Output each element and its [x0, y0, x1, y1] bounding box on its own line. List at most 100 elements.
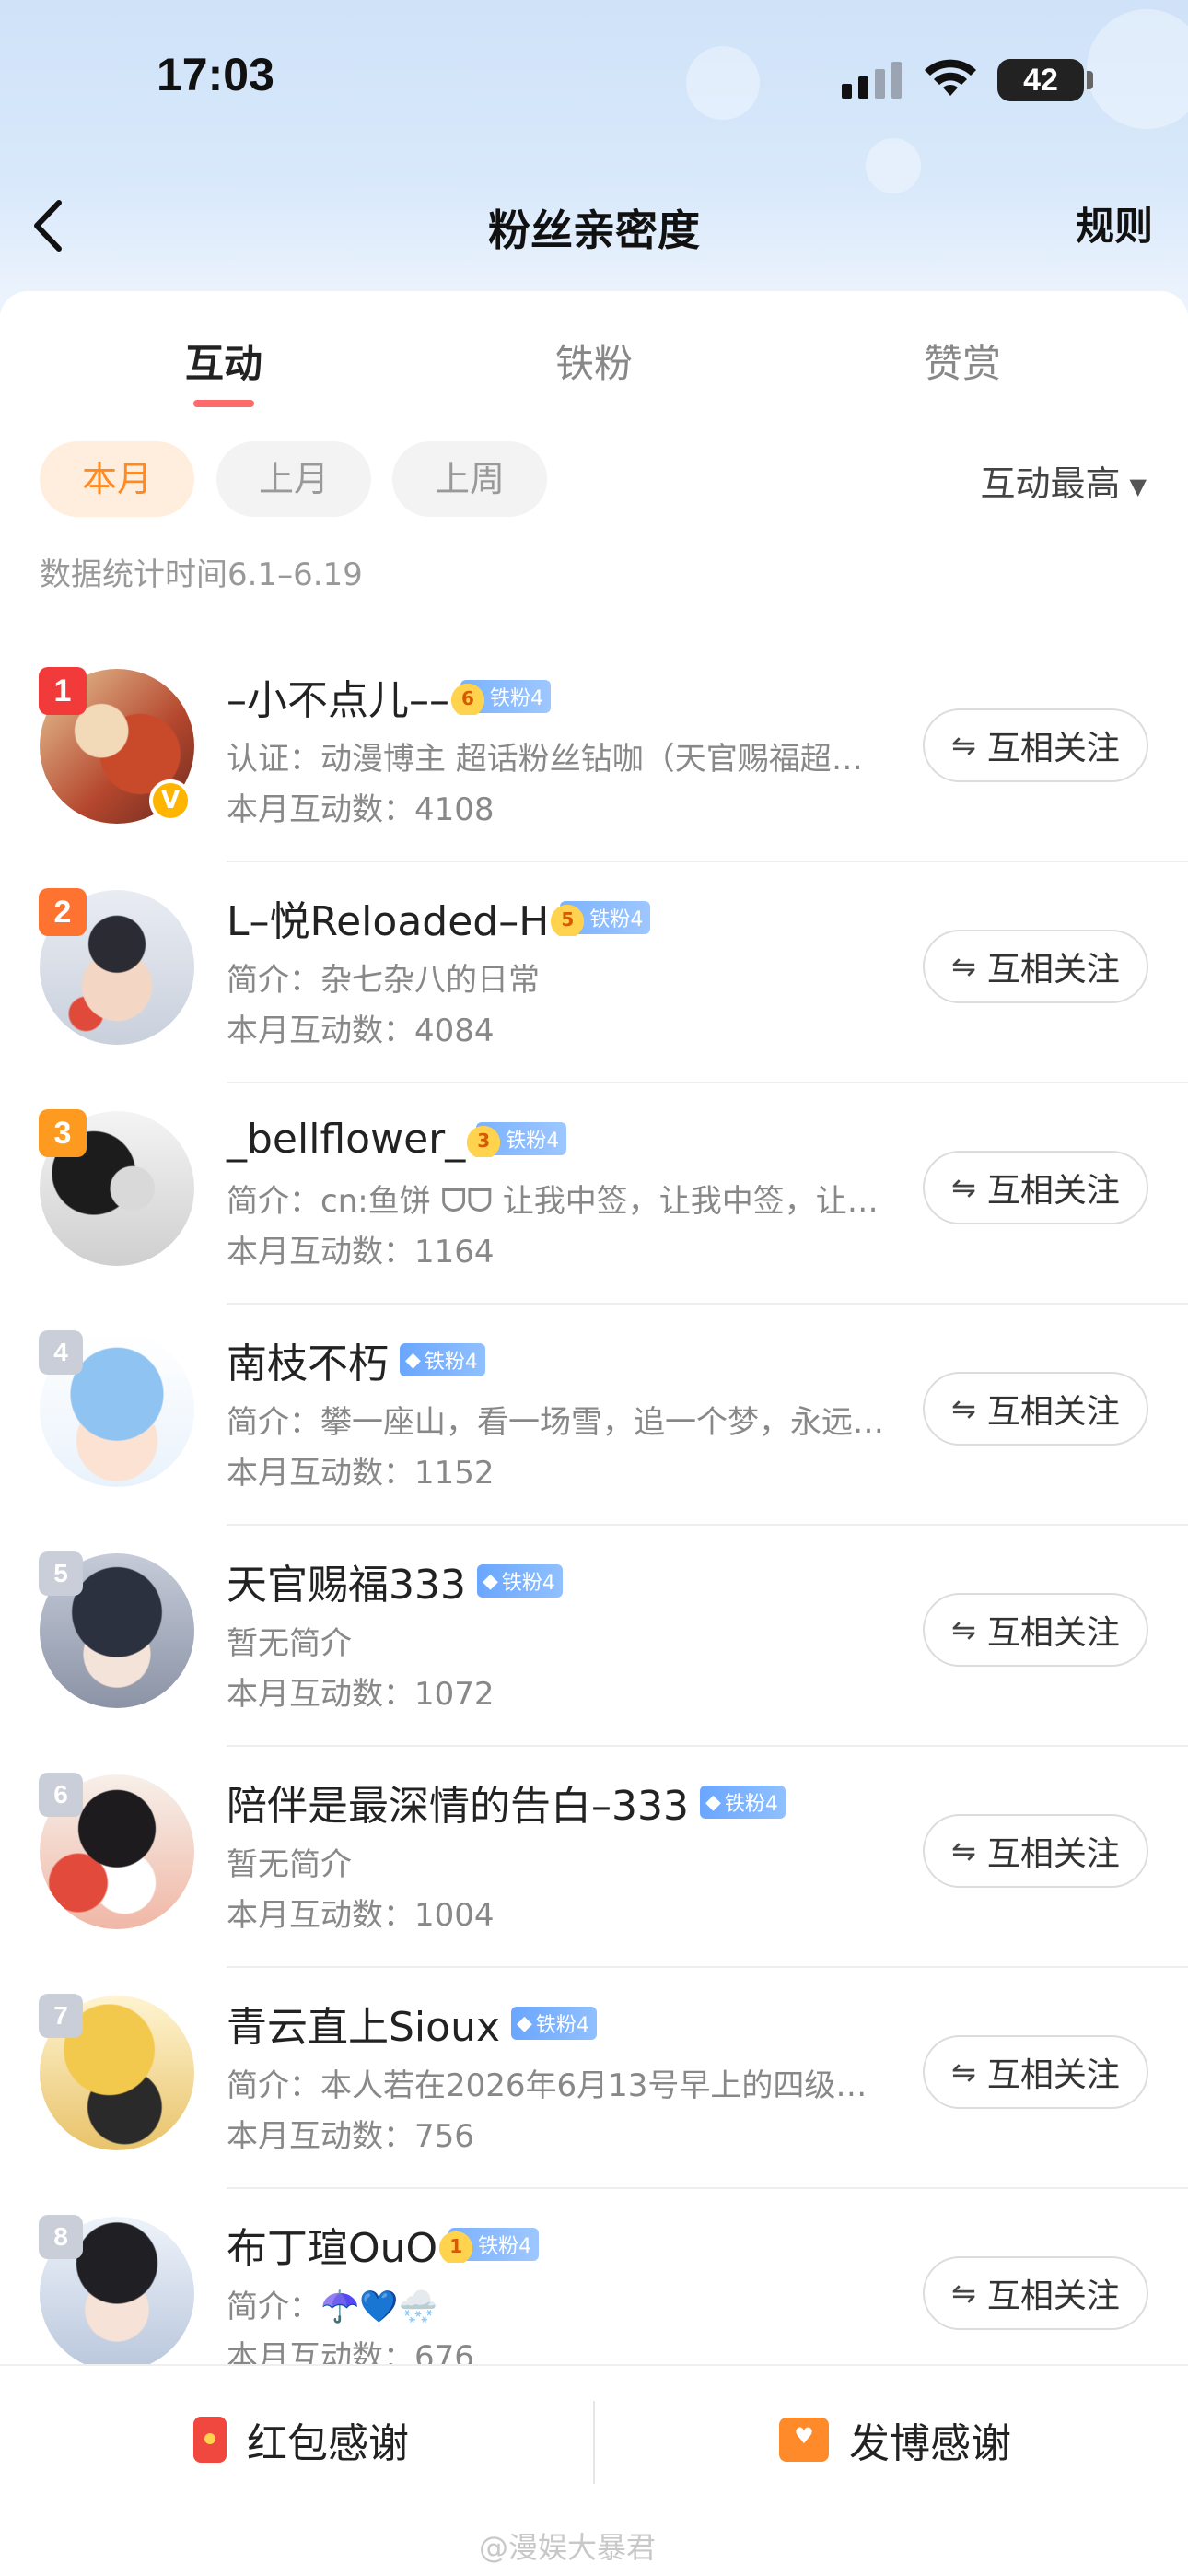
redpacket-thanks-button[interactable]: 红包感谢 — [193, 2403, 409, 2476]
interaction-count: 本月互动数：1152 — [227, 1455, 495, 1492]
mutual-follow-button[interactable]: ⇋ 互相关注 — [923, 1151, 1148, 1224]
rules-link[interactable]: 规则 — [1076, 195, 1153, 252]
swap-arrows-icon: ⇋ — [951, 1170, 976, 1205]
tab-rewards[interactable]: 赞赏 — [852, 333, 1073, 389]
swap-arrows-icon: ⇋ — [951, 728, 976, 763]
bottom-action-bar: 红包感谢 发博感谢 — [0, 2364, 1188, 2512]
post-thanks-button[interactable]: 发博感谢 — [779, 2403, 1011, 2476]
caret-down-icon: ▼ — [1129, 473, 1147, 499]
iron-fan-badge: ◆ 铁粉4 — [699, 1786, 786, 1819]
interaction-count: 本月互动数：756 — [227, 2118, 474, 2155]
tab-iron-fans[interactable]: 铁粉 — [483, 333, 705, 389]
period-filter: 本月 上月 上周 — [40, 441, 1145, 517]
chip-last-week[interactable]: 上周 — [392, 441, 547, 517]
wifi-icon — [925, 59, 976, 96]
list-item[interactable]: 6 陪伴是最深情的告白–333 ◆ 铁粉4 暂无简介 本月互动数：1004 ⇋ 互相… — [0, 1747, 1188, 1968]
rank-badge: 6 — [39, 1773, 83, 1817]
rank-badge: 1 — [39, 667, 87, 715]
watermark: @漫娱大暴君 — [479, 2530, 657, 2565]
user-description: 暂无简介 — [227, 1846, 352, 1883]
sort-label: 互动最高 — [980, 463, 1121, 504]
iron-fan-badge: 5 铁粉4 — [547, 899, 651, 936]
user-name[interactable]: L–悦Reloaded–H — [227, 888, 549, 947]
user-name[interactable]: 天官赐福333 — [227, 1551, 466, 1610]
diamond-icon: ◆ — [405, 1348, 421, 1372]
iron-fan-badge: 6 铁粉4 — [448, 678, 551, 715]
crown-icon: 5 — [547, 899, 588, 936]
list-item[interactable]: 5 天官赐福333 ◆ 铁粉4 暂无简介 本月互动数：1072 ⇋ 互相关注 — [0, 1526, 1188, 1747]
list-item[interactable]: 2 L–悦Reloaded–H 5 铁粉4 简介：杂七杂八的日常 本月互动数：40… — [0, 862, 1188, 1083]
list-item[interactable]: 7 青云直上Sioux ◆ 铁粉4 简介：本人若在2026年6月13号早上的四级考… — [0, 1968, 1188, 2189]
mutual-follow-button[interactable]: ⇋ 互相关注 — [923, 2256, 1148, 2330]
user-description: 简介：攀一座山，看一场雪，追一个梦，永远热泪盈眶 — [227, 1404, 890, 1441]
iron-fan-badge: 3 铁粉4 — [463, 1120, 567, 1157]
page-title: 粉丝亲密度 — [488, 205, 700, 255]
diamond-icon: ◆ — [705, 1790, 721, 1814]
user-name[interactable]: _bellflower_ — [227, 1116, 465, 1163]
user-description: 简介：杂七杂八的日常 — [227, 962, 540, 999]
stat-period-note: 数据统计时间6.1–6.19 — [40, 556, 363, 593]
sort-dropdown[interactable]: 互动最高 ▼ — [981, 455, 1147, 506]
verified-icon: V — [149, 779, 192, 822]
red-packet-icon — [193, 2417, 227, 2463]
diamond-icon: ◆ — [517, 2011, 532, 2035]
interaction-count: 本月互动数：4084 — [227, 1013, 495, 1049]
user-name[interactable]: –小不点儿–– — [227, 667, 449, 726]
rank-badge: 3 — [39, 1109, 87, 1157]
chip-last-month[interactable]: 上月 — [216, 441, 371, 517]
cellular-signal-icon — [842, 62, 902, 99]
iron-fan-badge: ◆ 铁粉4 — [511, 2007, 597, 2040]
swap-arrows-icon: ⇋ — [951, 949, 976, 984]
mutual-follow-button[interactable]: ⇋ 互相关注 — [923, 1372, 1148, 1446]
mutual-follow-button[interactable]: ⇋ 互相关注 — [923, 930, 1148, 1003]
tab-interaction[interactable]: 互动 — [113, 333, 334, 389]
crown-icon: 1 — [436, 2226, 477, 2263]
navigation-bar: 粉丝亲密度 规则 — [0, 175, 1188, 276]
iron-fan-badge: 1 铁粉4 — [436, 2226, 540, 2263]
rank-badge: 8 — [39, 2215, 83, 2259]
user-description: 简介：☂️💙🌨️ — [227, 2289, 438, 2325]
rank-badge: 2 — [39, 888, 87, 936]
chip-this-month[interactable]: 本月 — [40, 441, 194, 517]
list-item[interactable]: 4 南枝不朽 ◆铁粉4 简介：攀一座山，看一场雪，追一个梦，永远热泪盈眶 本月互… — [0, 1305, 1188, 1526]
interaction-count: 本月互动数：4108 — [227, 791, 495, 828]
interaction-count: 本月互动数：1164 — [227, 1234, 495, 1270]
diamond-icon: ◆ — [482, 1569, 498, 1593]
post-envelope-icon — [779, 2418, 829, 2462]
swap-arrows-icon: ⇋ — [951, 1391, 976, 1426]
battery-cap — [1087, 71, 1093, 89]
swap-arrows-icon: ⇋ — [951, 2276, 976, 2311]
list-item[interactable]: 1 V –小不点儿–– 6 铁粉4 认证：动漫博主 超话粉丝钻咖（天官赐福超话） … — [0, 641, 1188, 862]
battery-icon: 42 — [997, 59, 1084, 101]
rank-badge: 7 — [39, 1994, 83, 2038]
status-bar: 17:03 42 — [0, 0, 1188, 157]
user-description: 简介：本人若在2026年6月13号早上的四级考试中 — [227, 2067, 890, 2104]
list-item[interactable]: 3 _bellflower_ 3 铁粉4 简介：cn:鱼饼 ᗜᗜ 让我中签，让我中… — [0, 1083, 1188, 1305]
mutual-follow-button[interactable]: ⇋ 互相关注 — [923, 1814, 1148, 1888]
mutual-follow-button[interactable]: ⇋ 互相关注 — [923, 708, 1148, 782]
rank-badge: 4 — [39, 1330, 83, 1375]
content-card: 互动 铁粉 赞赏 本月 上月 上周 互动最高 ▼ 数据统计时间6.1–6.19 1… — [0, 291, 1188, 2576]
rank-badge: 5 — [39, 1551, 83, 1596]
active-tab-indicator — [193, 400, 254, 407]
crown-icon: 3 — [463, 1120, 505, 1157]
interaction-count: 本月互动数：1004 — [227, 1897, 495, 1934]
swap-arrows-icon: ⇋ — [951, 1833, 976, 1868]
user-description: 暂无简介 — [227, 1625, 352, 1662]
crown-icon: 6 — [448, 678, 488, 715]
mutual-follow-button[interactable]: ⇋ 互相关注 — [923, 2035, 1148, 2109]
swap-arrows-icon: ⇋ — [951, 1612, 976, 1647]
user-name[interactable]: 布丁瑄OuO — [227, 2215, 437, 2274]
interaction-count: 本月互动数：1072 — [227, 1676, 495, 1713]
swap-arrows-icon: ⇋ — [951, 2055, 976, 2090]
mutual-follow-button[interactable]: ⇋ 互相关注 — [923, 1593, 1148, 1667]
user-description: 简介：cn:鱼饼 ᗜᗜ 让我中签，让我中签，让我中签 — [227, 1183, 890, 1220]
iron-fan-badge: ◆ 铁粉4 — [476, 1564, 563, 1598]
iron-fan-badge: ◆ 铁粉4 — [400, 1343, 485, 1376]
tab-bar: 互动 铁粉 赞赏 — [0, 333, 1188, 416]
user-name[interactable]: 南枝不朽 — [227, 1330, 389, 1389]
status-time: 17:03 — [157, 49, 274, 100]
user-name[interactable]: 青云直上Sioux — [227, 1994, 500, 2053]
user-description: 认证：动漫博主 超话粉丝钻咖（天官赐福超话） — [227, 741, 890, 778]
user-name[interactable]: 陪伴是最深情的告白–333 — [227, 1773, 689, 1832]
